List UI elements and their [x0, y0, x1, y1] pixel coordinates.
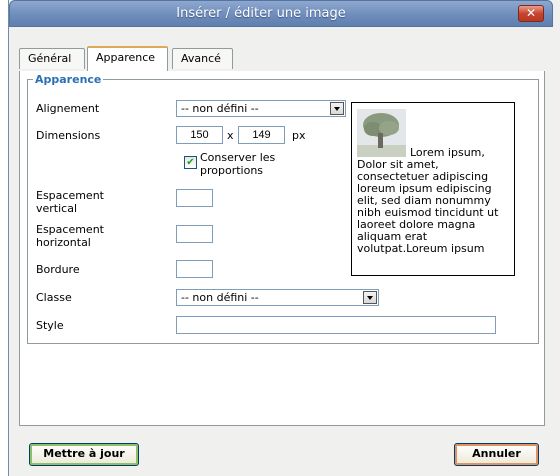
alignment-select[interactable]: -- non défini -- [176, 100, 346, 117]
alignment-value: -- non défini -- [181, 102, 259, 115]
keep-proportions-label: Conserver les proportions [200, 151, 276, 177]
dimensions-label: Dimensions [36, 129, 101, 142]
tab-general[interactable]: Général [19, 48, 85, 69]
width-input[interactable] [176, 126, 223, 144]
class-select[interactable]: -- non défini -- [176, 289, 379, 306]
appearance-fieldset: Apparence Alignement -- non défini -- Di… [27, 73, 539, 344]
style-input[interactable] [176, 316, 496, 334]
alignment-label: Alignement [36, 102, 100, 115]
tree-image-icon [357, 109, 406, 157]
hspace-label: Espacement horizontal [36, 223, 104, 249]
hspace-input[interactable] [176, 225, 213, 243]
image-preview: Lorem ipsum, Dolor sit amet, consectetue… [351, 102, 515, 276]
class-value: -- non défini -- [181, 291, 259, 304]
tab-avance[interactable]: Avancé [172, 48, 233, 69]
title-bar[interactable]: Insérer / éditer une image ✕ [9, 0, 553, 27]
cancel-button[interactable]: Annuler [454, 443, 539, 466]
unit-label: px [292, 129, 306, 142]
keep-proportions-checkbox[interactable]: ✔ [184, 156, 197, 169]
tab-bar: Général Apparence Avancé [19, 46, 545, 72]
height-input[interactable] [238, 126, 285, 144]
border-label: Bordure [36, 263, 80, 276]
chevron-down-icon[interactable] [363, 291, 377, 304]
tab-panel: Apparence Alignement -- non défini -- Di… [19, 71, 545, 426]
close-icon[interactable]: ✕ [518, 5, 544, 22]
vspace-input[interactable] [176, 189, 213, 207]
fieldset-legend: Apparence [35, 73, 102, 86]
image-dialog: Insérer / éditer une image ✕ Général App… [8, 0, 560, 476]
tab-apparence[interactable]: Apparence [87, 46, 168, 72]
dialog-title: Insérer / éditer une image [176, 6, 346, 21]
border-input[interactable] [176, 260, 213, 278]
vspace-label: Espacement vertical [36, 189, 104, 215]
chevron-down-icon[interactable] [330, 102, 344, 115]
times-sign: x [227, 129, 234, 142]
class-label: Classe [36, 291, 72, 304]
style-label: Style [36, 319, 64, 332]
update-button[interactable]: Mettre à jour [29, 443, 139, 466]
